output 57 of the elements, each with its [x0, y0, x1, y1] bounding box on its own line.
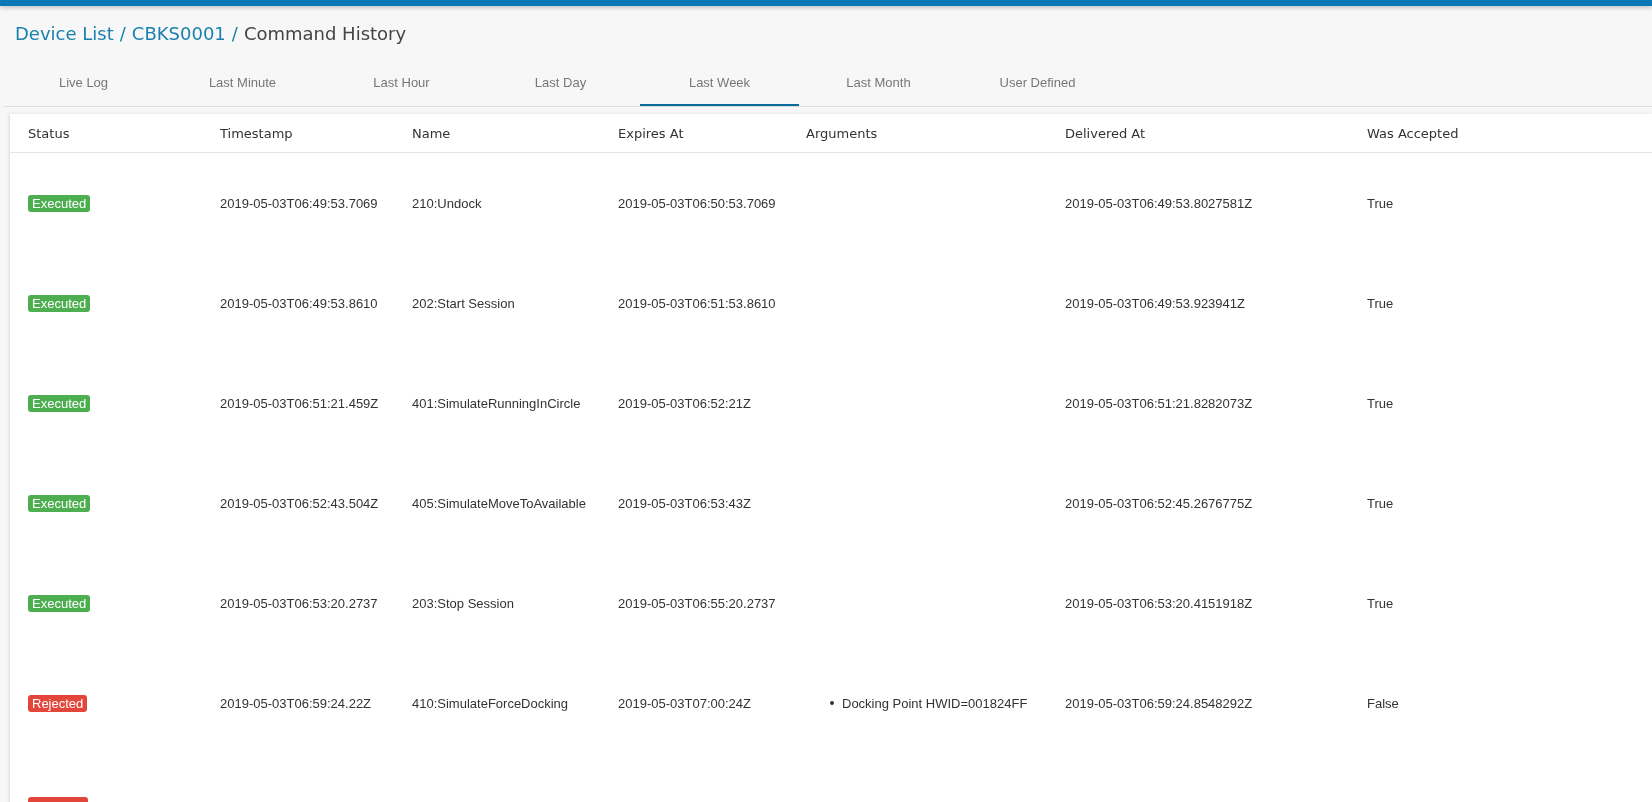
tab[interactable]: Last Month	[799, 75, 958, 106]
command-name: 410:SimulateForceDocking	[412, 695, 569, 711]
accepted-text: True	[1367, 195, 1394, 211]
accepted-text: True	[1367, 295, 1394, 311]
delivered-text: 2019-05-03T06:49:53.8027581Z	[1065, 195, 1253, 211]
breadcrumb-separator: /	[231, 23, 238, 46]
page-title: Command History	[243, 23, 407, 46]
timestamp-text: 2019-05-03T06:52:43.504Z	[220, 495, 379, 511]
command-name: 405:SimulateMoveToAvailable	[412, 495, 586, 511]
argument-text: Docking Point HWID=001824FF	[842, 695, 1028, 711]
timestamp-text: 2019-05-03T06:51:21.459Z	[220, 395, 379, 411]
bullet-icon	[830, 701, 834, 705]
tab[interactable]: User Defined	[958, 75, 1117, 106]
delivered-text: 2019-05-03T06:53:20.4151918Z	[1065, 595, 1253, 611]
timestamp-text: 2019-05-03T06:49:53.7069	[220, 195, 378, 211]
expires-text: 2019-05-03T06:50:53.7069	[618, 195, 776, 211]
command-name: 401:SimulateRunningInCircle	[412, 395, 581, 411]
status-badge: Rejected	[28, 694, 88, 712]
timestamp-text: 2019-05-03T06:49:53.8610	[220, 295, 378, 311]
column-header: Arguments	[806, 125, 879, 141]
status-badge: Executed	[28, 394, 91, 412]
expires-text: 2019-05-03T06:55:20.2737	[618, 595, 776, 611]
status-badge: Executed	[28, 194, 91, 212]
breadcrumb-link[interactable]: Device List	[15, 23, 114, 53]
accepted-text: True	[1367, 395, 1394, 411]
breadcrumb-separator: /	[119, 23, 126, 46]
column-header: Was Accepted	[1367, 125, 1460, 141]
column-header: Status	[28, 125, 71, 141]
tab[interactable]: Live Log	[4, 75, 163, 106]
command-name: 210:Undock	[412, 195, 482, 211]
expires-text: 2019-05-03T06:53:43Z	[618, 495, 751, 511]
accepted-text: True	[1367, 495, 1394, 511]
accepted-text: True	[1367, 595, 1394, 611]
column-header: Delivered At	[1065, 125, 1147, 141]
tab[interactable]: Last Day	[481, 75, 640, 106]
command-name: 202:Start Session	[412, 295, 515, 311]
status-badge: Executed	[28, 594, 91, 612]
expires-text: 2019-05-03T07:00:24Z	[618, 695, 751, 711]
command-name: 203:Stop Session	[412, 595, 514, 611]
delivered-text: 2019-05-03T06:52:45.2676775Z	[1065, 495, 1253, 511]
expires-text: 2019-05-03T06:52:21Z	[618, 395, 751, 411]
accepted-text: False	[1367, 695, 1399, 711]
expires-text: 2019-05-03T06:51:53.8610	[618, 295, 776, 311]
delivered-text: 2019-05-03T06:49:53.923941Z	[1065, 295, 1245, 311]
breadcrumb-link[interactable]: CBKS0001	[131, 23, 226, 53]
timestamp-text: 2019-05-03T06:53:20.2737	[220, 595, 378, 611]
timestamp-text: 2019-05-03T06:59:24.22Z	[220, 695, 372, 711]
column-header: Timestamp	[220, 125, 294, 141]
tab[interactable]: Last Minute	[163, 75, 322, 106]
column-header: Name	[412, 125, 452, 141]
status-badge: Executed	[28, 494, 91, 512]
tab[interactable]: Last Hour	[322, 75, 481, 106]
tab[interactable]: Last Week	[640, 75, 799, 106]
status-badge: Executed	[28, 294, 91, 312]
delivered-text: 2019-05-03T06:59:24.8548292Z	[1065, 695, 1253, 711]
delivered-text: 2019-05-03T06:51:21.8282073Z	[1065, 395, 1253, 411]
column-header: Expires At	[618, 125, 685, 141]
